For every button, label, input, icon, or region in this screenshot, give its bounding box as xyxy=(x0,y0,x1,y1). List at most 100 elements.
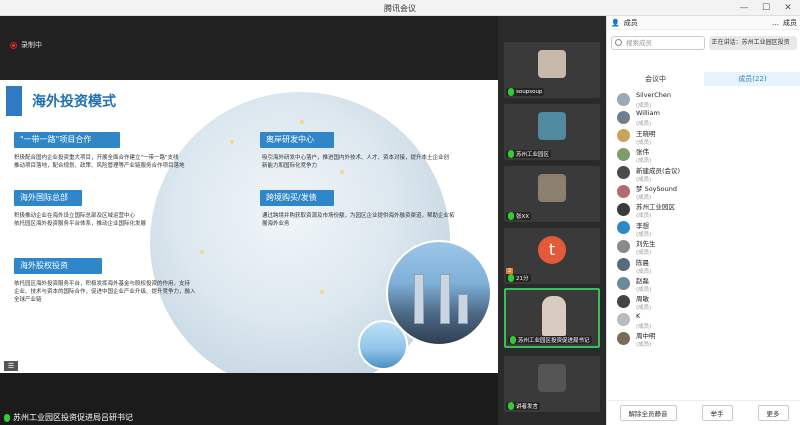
mic-icon xyxy=(4,413,10,422)
section-body: 积极推动企业在海外设立国际总部及区域运营中心 依托园区海外投资服务平台体系，推动… xyxy=(14,213,147,227)
section-heading: 海外国际总部 xyxy=(14,190,82,206)
building xyxy=(458,294,468,324)
avatar xyxy=(538,364,566,392)
participant-name: SilverChen xyxy=(636,91,672,99)
avatar xyxy=(617,166,630,180)
participant-row[interactable]: K (成员) xyxy=(607,311,800,330)
stage-bottom: 苏州工业园区投资促进局吕研书记 xyxy=(0,373,498,425)
presentation-slide: 海外投资模式 "一带一路"项目合作 积极配合国内企业投资重大项目，开展全面合作建… xyxy=(0,80,498,373)
video-tile[interactable]: 苏州工业园区 xyxy=(504,104,600,160)
mic-icon xyxy=(508,402,514,410)
globe-light xyxy=(340,170,344,174)
participant-row[interactable]: 王晓明 (成员) xyxy=(607,127,800,146)
section-body: 积极配合国内企业投资重大项目，开展全面合作建立"一带一路"支线 推动项目落地，配… xyxy=(14,155,185,169)
avatar xyxy=(617,92,630,106)
members-icon: 👤 xyxy=(611,18,620,27)
participant-row[interactable]: 李想 (成员) xyxy=(607,219,800,238)
section-heading: 海外股权投资 xyxy=(14,258,102,274)
participant-name: 周敏 xyxy=(636,295,649,304)
participant-name: 张伟 xyxy=(636,148,649,157)
section-heading: "一带一路"项目合作 xyxy=(14,132,120,148)
recording-indicator[interactable]: 录制中 xyxy=(10,40,42,50)
mic-icon xyxy=(508,88,514,96)
section-body: 通过跨境并购获取资源及市场份额，为园区企业提供海外融资渠道，帮助企业拓 展海外业… xyxy=(262,213,455,227)
title-bar: 腾讯会议 — ☐ ✕ xyxy=(0,0,800,16)
participant-name: 苏州工业园区 xyxy=(636,203,675,212)
maximize-icon[interactable]: ☐ xyxy=(760,2,772,14)
panel-tabs: 会议中 成员(22) xyxy=(607,72,800,86)
mute-all-button[interactable]: 解除全员静音 xyxy=(619,405,677,421)
participant-row[interactable]: SilverChen (成员) xyxy=(607,90,800,109)
globe-light xyxy=(300,120,304,124)
close-icon[interactable]: ✕ xyxy=(782,2,794,14)
participant-name: 刘先生 xyxy=(636,240,656,249)
participant-name: 陈晨 xyxy=(636,258,649,267)
participant-name: 梦 SoySound xyxy=(636,184,677,193)
tab-in-meeting[interactable]: 会议中 xyxy=(607,72,704,86)
globe-light xyxy=(230,140,234,144)
avatar xyxy=(617,258,630,272)
avatar xyxy=(617,313,630,327)
search-input[interactable]: 搜索成员 xyxy=(611,36,705,50)
raise-hand-button[interactable]: 举手 xyxy=(701,405,733,421)
window-controls: — ☐ ✕ xyxy=(738,2,794,14)
section-body: 吸引海外研发中心落户，推进国内外技术、人才、资本对接，提升本土企业创 新能力和国… xyxy=(262,155,450,169)
participant-row[interactable]: 新建成员(会议) (成员) xyxy=(607,164,800,183)
slide-menu-icon[interactable]: ☰ xyxy=(4,361,18,371)
building xyxy=(440,274,450,324)
participant-row[interactable]: 梦 SoySound (成员) xyxy=(607,182,800,201)
participant-role: (成员) xyxy=(636,342,652,349)
meeting-window: 腾讯会议 — ☐ ✕ 录制中 海外投资模式 "一带一路"项目合作 积极配合国内企… xyxy=(0,0,800,425)
avatar xyxy=(538,112,566,140)
harbor-image xyxy=(358,320,408,370)
mic-icon xyxy=(508,150,514,158)
shared-screen: 录制中 海外投资模式 "一带一路"项目合作 积极配合国内企业投资重大项目，开展全… xyxy=(0,16,498,425)
participant-row[interactable]: 张伟 (成员) xyxy=(607,145,800,164)
avatar xyxy=(538,174,566,202)
more-icon[interactable]: … xyxy=(772,19,779,27)
more-button[interactable]: 更多 xyxy=(757,405,789,421)
participant-row[interactable]: 周敏 (成员) xyxy=(607,292,800,311)
participant-row[interactable]: 赵磊 (成员) xyxy=(607,274,800,293)
avatar xyxy=(617,331,630,345)
section-body: 依托园区海外投资服务平台，积极发挥海外基金与股权投资的作用，支持 企业、技术与资… xyxy=(14,281,196,303)
stage-top: 录制中 xyxy=(0,16,498,80)
participant-name: William xyxy=(636,109,660,118)
record-icon xyxy=(10,41,17,49)
building xyxy=(414,274,424,324)
participant-name: 李想 xyxy=(636,221,649,230)
participant-row[interactable]: 周中明 (成员) xyxy=(607,329,800,349)
tab-members[interactable]: 成员(22) xyxy=(704,72,800,86)
avatar xyxy=(617,239,630,253)
video-tile[interactable]: 讲者发言 xyxy=(504,356,600,412)
title-bar-accent xyxy=(6,86,22,116)
panel-footer: 解除全员静音 举手 更多 xyxy=(607,400,800,425)
member-count-label[interactable]: 成员 xyxy=(783,18,797,28)
participants-panel: 👤 成员 … 成员 搜索成员 正在讲话：苏州工业园区投资 会议中 成员(22) … xyxy=(606,16,800,425)
video-tile[interactable]: t 2 21分 xyxy=(504,228,600,284)
mic-icon xyxy=(508,212,514,220)
video-tile-active[interactable]: 苏州工业园区投资促进局书记 xyxy=(504,288,600,348)
section-heading: 离岸研发中心 xyxy=(260,132,334,148)
participant-row[interactable]: William (成员) xyxy=(607,108,800,127)
video-tile[interactable]: soupsoup xyxy=(504,42,600,98)
avatar xyxy=(617,147,630,161)
avatar xyxy=(617,203,630,217)
participant-row[interactable]: 刘先生 (成员) xyxy=(607,237,800,256)
video-tile[interactable]: 张XX xyxy=(504,166,600,222)
search-row: 搜索成员 正在讲话：苏州工业园区投资 xyxy=(611,36,797,50)
recording-label: 录制中 xyxy=(21,41,42,49)
panel-header: 👤 成员 … 成员 xyxy=(607,16,800,30)
avatar xyxy=(617,276,630,290)
avatar: t xyxy=(538,236,566,264)
avatar xyxy=(538,50,566,78)
speaker-label: 苏州工业园区投资促进局吕研书记 xyxy=(4,412,133,423)
participant-row[interactable]: 陈晨 (成员) xyxy=(607,256,800,275)
minimize-icon[interactable]: — xyxy=(738,2,750,14)
mic-icon xyxy=(508,274,514,282)
slide-title: 海外投资模式 xyxy=(6,86,116,116)
globe-light xyxy=(200,250,204,254)
participant-name: 周中明 xyxy=(636,332,656,341)
avatar xyxy=(617,221,630,235)
participant-row[interactable]: 苏州工业园区 (成员) xyxy=(607,200,800,219)
